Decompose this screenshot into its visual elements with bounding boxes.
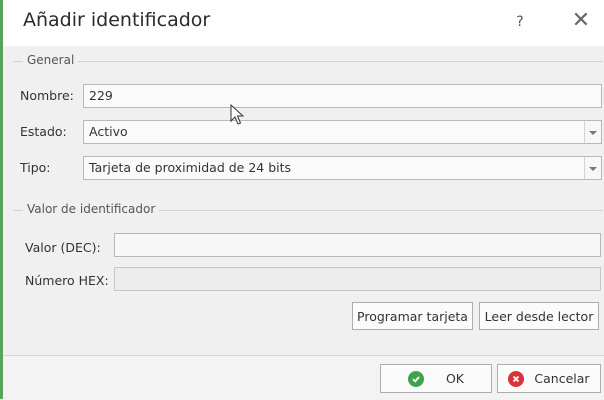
nombre-label: Nombre: bbox=[20, 88, 74, 103]
x-circle-icon bbox=[508, 370, 525, 387]
ok-button-label: OK bbox=[445, 371, 465, 386]
general-group-divider bbox=[13, 61, 603, 62]
estado-dropdown-arrow-icon[interactable] bbox=[584, 121, 601, 143]
general-group-label: General bbox=[23, 53, 79, 67]
help-button[interactable]: ? bbox=[509, 11, 531, 33]
add-identifier-dialog: Añadir identificador ? ✕ General Nombre:… bbox=[0, 0, 604, 400]
nombre-input[interactable]: 229 bbox=[83, 84, 602, 108]
tipo-select-value: Tarjeta de proximidad de 24 bits bbox=[89, 160, 292, 175]
title-bar: Añadir identificador ? ✕ bbox=[3, 0, 604, 46]
tipo-dropdown-arrow-icon[interactable] bbox=[584, 157, 601, 179]
cancel-button-label: Cancelar bbox=[534, 371, 590, 386]
estado-select-value: Activo bbox=[89, 124, 128, 139]
program-card-button[interactable]: Programar tarjeta bbox=[352, 302, 473, 330]
close-button[interactable]: ✕ bbox=[569, 9, 593, 33]
estado-select[interactable]: Activo bbox=[83, 120, 602, 144]
numero-hex-input[interactable] bbox=[114, 267, 601, 291]
numero-hex-label: Número HEX: bbox=[25, 273, 109, 288]
check-circle-icon bbox=[407, 370, 424, 387]
valor-group-label: Valor de identificador bbox=[23, 202, 160, 216]
tipo-label: Tipo: bbox=[20, 160, 51, 175]
mouse-pointer-icon bbox=[230, 104, 244, 125]
ok-button[interactable]: OK bbox=[380, 364, 492, 393]
dialog-footer: OK Cancelar bbox=[3, 355, 604, 400]
cancel-button[interactable]: Cancelar bbox=[497, 364, 601, 393]
read-from-reader-button[interactable]: Leer desde lector bbox=[479, 302, 599, 330]
valor-dec-input[interactable] bbox=[114, 233, 601, 257]
estado-label: Estado: bbox=[20, 124, 67, 139]
valor-dec-label: Valor (DEC): bbox=[25, 240, 101, 255]
dialog-title: Añadir identificador bbox=[23, 9, 211, 31]
tipo-select[interactable]: Tarjeta de proximidad de 24 bits bbox=[83, 156, 602, 180]
